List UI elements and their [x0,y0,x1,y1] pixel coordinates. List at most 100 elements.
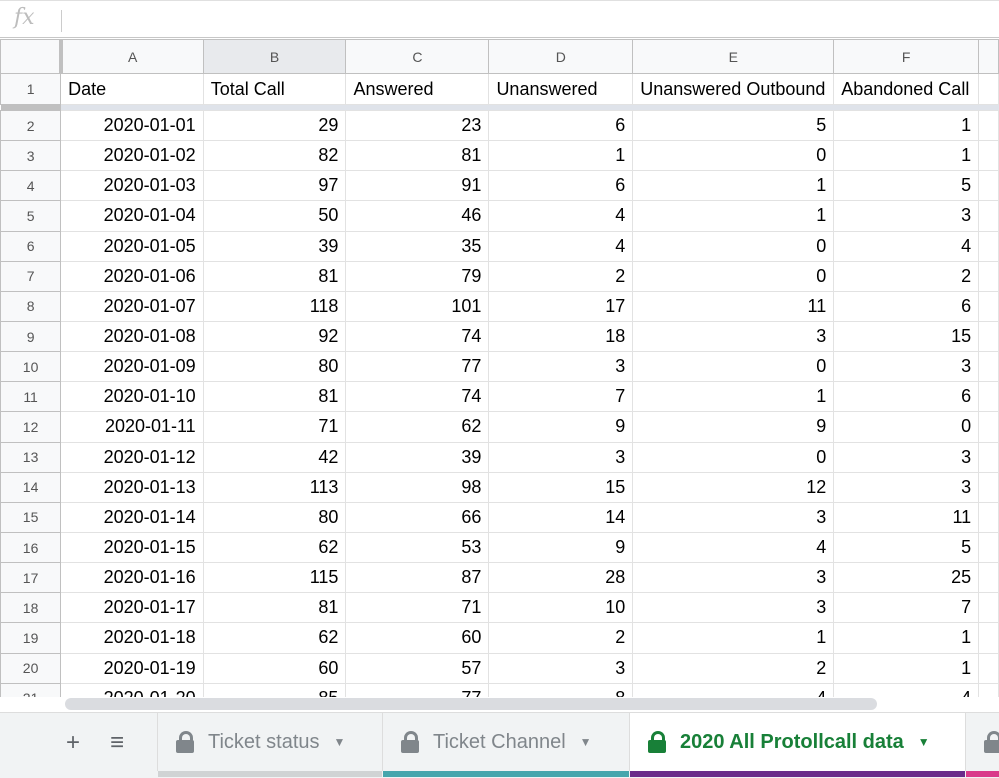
value-cell[interactable]: 29 [202,109,347,142]
value-cell[interactable]: 15 [833,320,980,353]
value-cell[interactable]: 81 [202,592,347,624]
date-cell[interactable]: 2020-01-05 [60,230,204,262]
date-cell[interactable]: 2020-01-02 [60,140,204,172]
value-cell[interactable]: 5 [833,531,980,564]
row-header[interactable]: 6 [0,230,62,262]
value-cell[interactable]: 1 [632,381,835,413]
date-cell[interactable]: 2020-01-06 [60,260,204,292]
date-cell[interactable]: 2020-01-07 [60,290,204,322]
row-header[interactable]: 5 [0,200,62,232]
value-cell[interactable]: 11 [833,501,980,533]
date-cell[interactable]: 2020-01-09 [60,351,204,383]
value-cell[interactable]: 3 [833,351,980,383]
sheet-tab[interactable] [965,713,999,777]
value-cell[interactable]: 53 [345,531,490,564]
value-cell[interactable]: 7 [833,592,980,624]
value-cell[interactable]: 7 [488,381,634,413]
value-cell[interactable]: 6 [833,381,980,413]
value-cell[interactable]: 3 [833,441,980,473]
header-cell[interactable]: Answered [345,73,490,105]
dropdown-caret-icon[interactable]: ▼ [918,735,930,749]
row-header[interactable]: 1 [0,73,62,105]
value-cell[interactable]: 1 [833,109,980,142]
header-cell[interactable]: Unanswered [488,73,634,105]
header-cell[interactable]: Total Call [202,73,347,105]
row-header[interactable]: 17 [0,562,62,594]
value-cell[interactable]: 3 [833,200,980,232]
date-cell[interactable]: 2020-01-10 [60,381,204,413]
value-cell[interactable]: 5 [632,109,835,142]
value-cell[interactable]: 6 [488,170,634,202]
add-sheet-button[interactable]: + [66,729,80,757]
value-cell[interactable]: 0 [632,441,835,473]
value-cell[interactable]: 81 [202,381,347,413]
value-cell[interactable]: 5 [833,170,980,202]
row-header[interactable]: 13 [0,441,62,473]
value-cell[interactable]: 4 [632,531,835,564]
date-cell[interactable]: 2020-01-20 [60,682,204,697]
value-cell[interactable]: 8 [488,682,634,697]
value-cell[interactable]: 6 [488,109,634,142]
value-cell[interactable]: 1 [488,140,634,172]
value-cell[interactable]: 39 [202,230,347,262]
value-cell[interactable]: 10 [488,592,634,624]
value-cell[interactable]: 66 [345,501,490,533]
value-cell[interactable]: 9 [488,531,634,564]
date-cell[interactable]: 2020-01-01 [60,109,204,142]
row-header[interactable]: 2 [0,109,62,142]
value-cell[interactable]: 0 [632,351,835,383]
value-cell[interactable]: 62 [202,622,347,654]
value-cell[interactable]: 2 [488,622,634,654]
value-cell[interactable]: 3 [632,562,835,594]
value-cell[interactable]: 12 [632,471,835,503]
row-header[interactable]: 16 [0,531,62,564]
value-cell[interactable]: 3 [632,501,835,533]
value-cell[interactable]: 77 [345,682,490,697]
value-cell[interactable]: 2 [632,652,835,684]
value-cell[interactable]: 62 [202,531,347,564]
row-header[interactable]: 4 [0,170,62,202]
value-cell[interactable]: 9 [632,411,835,443]
date-cell[interactable]: 2020-01-04 [60,200,204,232]
value-cell[interactable]: 71 [202,411,347,443]
value-cell[interactable]: 0 [632,140,835,172]
value-cell[interactable]: 1 [632,622,835,654]
dropdown-caret-icon[interactable]: ▼ [334,735,346,749]
date-cell[interactable]: 2020-01-14 [60,501,204,533]
value-cell[interactable]: 91 [345,170,490,202]
column-header-c[interactable]: C [345,39,490,74]
value-cell[interactable]: 3 [488,652,634,684]
select-all-corner[interactable] [0,39,63,74]
row-header[interactable]: 8 [0,290,62,322]
value-cell[interactable]: 23 [345,109,490,142]
value-cell[interactable]: 3 [488,351,634,383]
value-cell[interactable]: 35 [345,230,490,262]
sheet-tab[interactable]: Ticket status ▼ [157,713,382,777]
row-header[interactable]: 15 [0,501,62,533]
value-cell[interactable]: 3 [632,320,835,353]
value-cell[interactable]: 57 [345,652,490,684]
value-cell[interactable]: 71 [345,592,490,624]
row-header[interactable]: 3 [0,140,62,172]
value-cell[interactable]: 1 [833,140,980,172]
value-cell[interactable]: 2 [833,260,980,292]
value-cell[interactable]: 77 [345,351,490,383]
row-header[interactable]: 18 [0,592,62,624]
date-cell[interactable]: 2020-01-19 [60,652,204,684]
value-cell[interactable]: 0 [632,260,835,292]
value-cell[interactable]: 0 [632,230,835,262]
header-cell[interactable]: Unanswered Outbound [632,73,835,105]
row-header[interactable]: 19 [0,622,62,654]
value-cell[interactable]: 60 [345,622,490,654]
value-cell[interactable]: 85 [202,682,347,697]
value-cell[interactable]: 46 [345,200,490,232]
date-cell[interactable]: 2020-01-15 [60,531,204,564]
date-cell[interactable]: 2020-01-12 [60,441,204,473]
value-cell[interactable]: 81 [345,140,490,172]
column-header-d[interactable]: D [488,39,634,74]
header-cell[interactable]: Date [60,73,204,105]
value-cell[interactable]: 79 [345,260,490,292]
date-cell[interactable]: 2020-01-03 [60,170,204,202]
value-cell[interactable]: 115 [202,562,347,594]
value-cell[interactable]: 50 [202,200,347,232]
